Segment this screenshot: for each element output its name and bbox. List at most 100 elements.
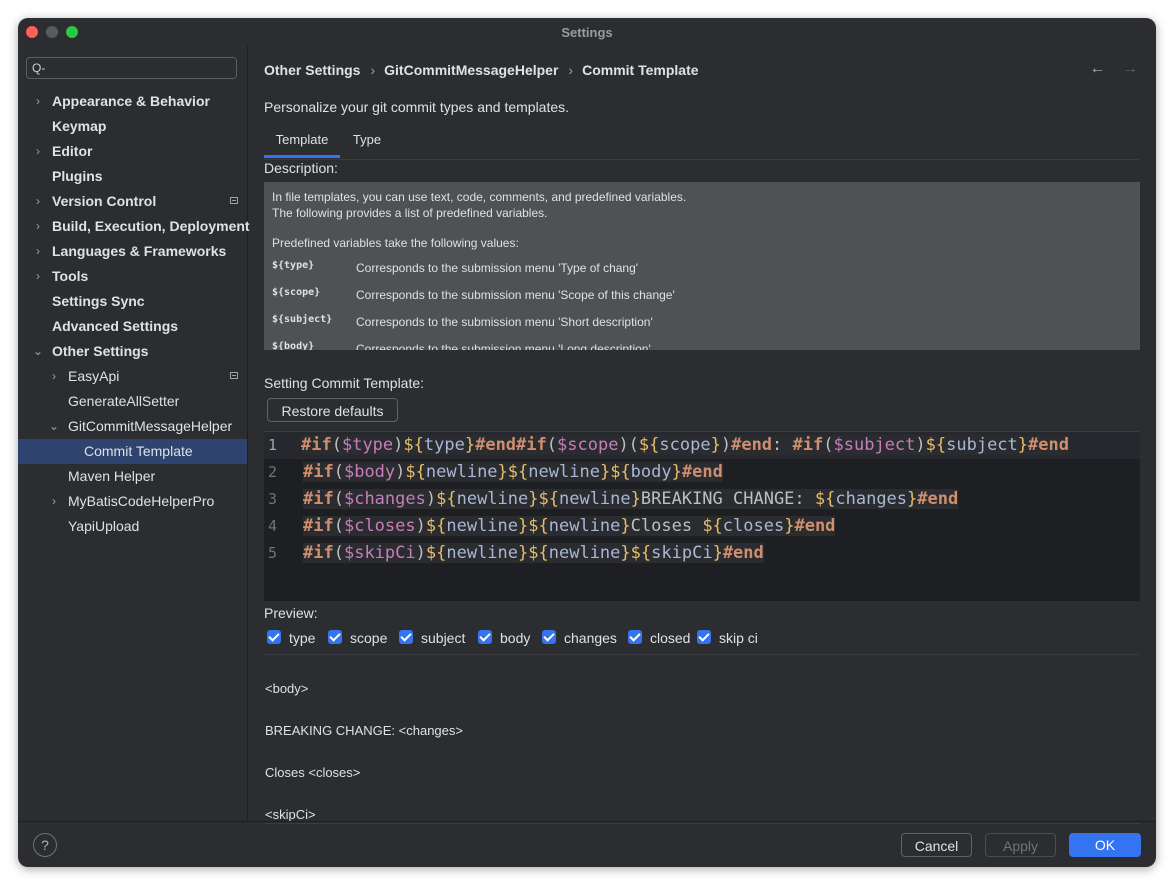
preview-label: Preview: — [264, 605, 318, 621]
sidebar-item-mybatiscodehelperpro[interactable]: › MyBatisCodeHelperPro — [18, 489, 247, 514]
sidebar-item-label: Keymap — [52, 118, 107, 134]
search-input[interactable] — [53, 60, 233, 76]
preview-line: <skipCi> — [265, 807, 316, 822]
chevron-down-icon[interactable]: ⌄ — [48, 414, 60, 439]
variable-name: ${subject} — [272, 314, 333, 325]
checkbox-label: type — [289, 630, 316, 646]
sidebar-item-keymap[interactable]: Keymap — [18, 114, 247, 139]
preview-line: BREAKING CHANGE: <changes> — [265, 723, 463, 738]
code-line[interactable]: #if($closes)${newline}${newline}Closes $… — [303, 516, 836, 536]
preview-panel: <body> BREAKING CHANGE: <changes> Closes… — [264, 654, 1140, 824]
title-bar: Settings — [18, 18, 1156, 46]
sidebar-item-version-control[interactable]: › Version Control — [18, 189, 247, 214]
breadcrumb-item: Commit Template — [582, 62, 699, 78]
sidebar-item-easyapi[interactable]: › EasyApi — [18, 364, 247, 389]
sidebar-item-tools[interactable]: › Tools — [18, 264, 247, 289]
breadcrumb-separator: › — [370, 62, 376, 78]
breadcrumb: Other Settings › GitCommitMessageHelper › Co… — [264, 62, 699, 78]
checkbox-checked-icon[interactable] — [542, 630, 556, 644]
dialog-footer: ? Cancel Apply OK — [18, 821, 1156, 867]
description-text: In file templates, you can use text, cod… — [272, 190, 687, 204]
search-icon: Q- — [32, 61, 46, 75]
chevron-right-icon[interactable]: › — [32, 264, 44, 289]
code-line[interactable]: #if($skipCi)${newline}${newline}${skipCi… — [303, 543, 764, 563]
tab-template[interactable]: Template — [264, 121, 340, 158]
template-label: Setting Commit Template: — [264, 375, 425, 391]
sidebar-item-label: GitCommitMessageHelper — [68, 418, 233, 434]
breadcrumb-item[interactable]: GitCommitMessageHelper — [384, 62, 558, 78]
page-subtitle: Personalize your git commit types and te… — [264, 99, 570, 115]
checkbox-checked-icon[interactable] — [328, 630, 342, 644]
sidebar-item-generateallsetter[interactable]: GenerateAllSetter — [18, 389, 247, 414]
checkbox-checked-icon[interactable] — [267, 630, 281, 644]
sidebar-item-label: Tools — [52, 268, 89, 284]
settings-search[interactable]: Q- — [26, 57, 237, 79]
code-line[interactable]: #if($changes)${newline}${newline}BREAKIN… — [303, 489, 959, 509]
chevron-right-icon[interactable]: › — [32, 89, 44, 114]
checkbox-checked-icon[interactable] — [697, 630, 711, 644]
checkbox-checked-icon[interactable] — [628, 630, 642, 644]
sidebar-item-label: Advanced Settings — [52, 318, 179, 334]
settings-sidebar: Q- › Appearance & Behavior Keymap › Edit… — [18, 46, 250, 821]
sidebar-item-label: EasyApi — [68, 368, 120, 384]
sidebar-item-other-settings[interactable]: ⌄ Other Settings — [18, 339, 247, 364]
apply-button[interactable]: Apply — [985, 833, 1056, 857]
sidebar-item-editor[interactable]: › Editor — [18, 139, 247, 164]
preview-line: <body> — [265, 681, 309, 696]
sidebar-item-gitcommitmessagehelper[interactable]: ⌄ GitCommitMessageHelper — [18, 414, 247, 439]
sidebar-item-languages-frameworks[interactable]: › Languages & Frameworks — [18, 239, 247, 264]
sidebar-item-label: Plugins — [52, 168, 103, 184]
sidebar-item-build-execution-deployment[interactable]: › Build, Execution, Deployment — [18, 214, 250, 239]
checkbox-checked-icon[interactable] — [399, 630, 413, 644]
sidebar-item-label: Editor — [52, 143, 93, 159]
line-number: 3 — [268, 490, 278, 508]
tab-type[interactable]: Type — [344, 121, 390, 158]
help-icon[interactable]: ? — [33, 833, 57, 857]
line-number: 5 — [268, 544, 278, 562]
variable-name: ${body} — [272, 341, 315, 350]
chevron-right-icon[interactable]: › — [32, 139, 44, 164]
checkbox-label: skip ci — [719, 630, 758, 646]
line-number: 2 — [268, 463, 278, 481]
chevron-right-icon[interactable]: › — [48, 489, 60, 514]
checkbox-label: changes — [564, 630, 617, 646]
settings-content: Other Settings › GitCommitMessageHelper › Co… — [248, 46, 1156, 824]
variable-description: Corresponds to the submission menu 'Shor… — [356, 315, 653, 329]
sidebar-item-settings-sync[interactable]: Settings Sync — [18, 289, 247, 314]
sidebar-item-appearance-behavior[interactable]: › Appearance & Behavior — [18, 89, 247, 114]
description-panel: In file templates, you can use text, cod… — [264, 182, 1140, 350]
restore-defaults-button[interactable]: Restore defaults — [267, 398, 398, 422]
code-line[interactable]: #if($type)${type}#end#if($scope)(${scope… — [301, 435, 1069, 455]
chevron-right-icon[interactable]: › — [32, 214, 44, 239]
chevron-right-icon[interactable]: › — [32, 189, 44, 214]
cancel-button[interactable]: Cancel — [901, 833, 972, 857]
sidebar-item-label: GenerateAllSetter — [68, 393, 180, 409]
ok-button[interactable]: OK — [1069, 833, 1141, 857]
arrow-left-icon[interactable]: ← — [1090, 60, 1106, 77]
variable-description: Corresponds to the submission menu 'Type… — [356, 261, 639, 275]
variable-name: ${scope} — [272, 287, 321, 298]
breadcrumb-item[interactable]: Other Settings — [264, 62, 360, 78]
sidebar-item-yapiupload[interactable]: YapiUpload — [18, 514, 247, 539]
sidebar-item-maven-helper[interactable]: Maven Helper — [18, 464, 247, 489]
sidebar-item-label: Appearance & Behavior — [52, 93, 210, 109]
sidebar-item-label: Version Control — [52, 193, 157, 209]
settings-window: Settings Q- › Appearance & Behavior Keym… — [18, 18, 1156, 867]
checkbox-label: body — [500, 630, 531, 646]
line-number: 1 — [268, 436, 278, 454]
sidebar-item-label: Maven Helper — [68, 468, 156, 484]
checkbox-checked-icon[interactable] — [478, 630, 492, 644]
sidebar-item-plugins[interactable]: Plugins — [18, 164, 247, 189]
arrow-right-icon[interactable]: → — [1122, 60, 1138, 77]
sidebar-item-advanced-settings[interactable]: Advanced Settings — [18, 314, 247, 339]
preview-line: Closes <closes> — [265, 765, 361, 780]
sidebar-item-commit-template[interactable]: Commit Template — [18, 439, 247, 464]
code-line[interactable]: #if($body)${newline}${newline}${body}#en… — [303, 462, 723, 482]
chevron-down-icon[interactable]: ⌄ — [32, 339, 44, 364]
template-editor[interactable]: 1 2 3 4 5 #if($type)${type}#end#if($scop… — [264, 431, 1140, 601]
chevron-right-icon[interactable]: › — [32, 239, 44, 264]
sidebar-item-label: Settings Sync — [52, 293, 145, 309]
checkbox-label: closed — [650, 630, 691, 646]
chevron-right-icon[interactable]: › — [48, 364, 60, 389]
variable-name: ${type} — [272, 260, 315, 271]
